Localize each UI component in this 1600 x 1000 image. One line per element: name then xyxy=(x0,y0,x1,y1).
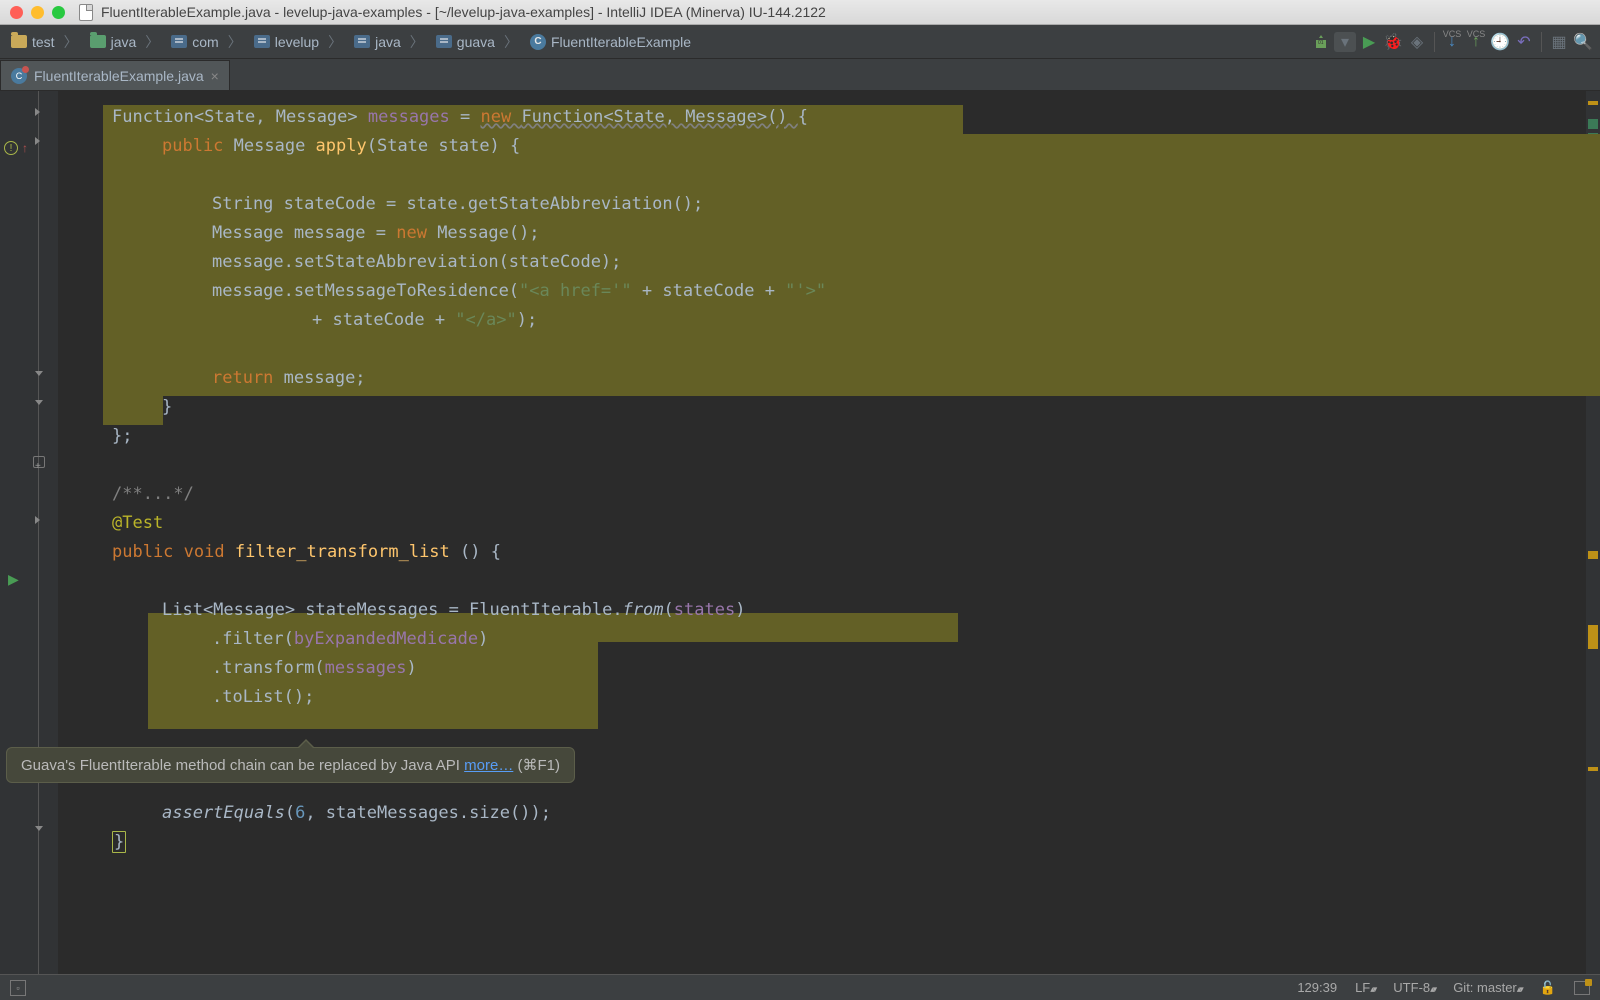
run-button[interactable]: ▶ xyxy=(1358,31,1380,53)
inspection-tooltip: Guava's FluentIterable method chain can … xyxy=(6,747,575,783)
crumb-levelup[interactable]: levelup〉 xyxy=(249,30,347,54)
editor-tabbar: C FluentIterableExample.java × xyxy=(0,59,1600,91)
source-folder-icon xyxy=(90,35,106,48)
class-icon: C xyxy=(530,34,546,50)
fold-toggle[interactable] xyxy=(33,106,45,118)
editor[interactable]: ! ↑ ▶ Function<State, Message> messages … xyxy=(0,91,1600,974)
close-tab-button[interactable]: × xyxy=(211,68,219,84)
tab-label: FluentIterableExample.java xyxy=(34,68,204,84)
git-branch[interactable]: Git: master▴▾ xyxy=(1453,980,1522,995)
readonly-lock-icon[interactable]: 🔓 xyxy=(1540,980,1556,996)
vcs-update-button[interactable]: VCS↓ xyxy=(1441,31,1463,53)
java-class-icon: C xyxy=(11,68,27,84)
structure-button[interactable]: ▦ xyxy=(1548,31,1570,53)
package-icon xyxy=(354,35,370,48)
warning-gutter-icon[interactable]: ! xyxy=(4,141,18,155)
maximize-window-button[interactable] xyxy=(52,6,65,19)
search-everywhere-button[interactable]: 🔍 xyxy=(1572,31,1594,53)
tool-windows-button[interactable]: ▫ xyxy=(10,980,26,996)
file-encoding[interactable]: UTF-8▴▾ xyxy=(1393,980,1435,995)
inspection-more-link[interactable]: more… xyxy=(464,757,513,774)
fold-toggle[interactable] xyxy=(33,514,45,526)
crumb-java-pkg[interactable]: java〉 xyxy=(349,30,429,54)
crumb-class[interactable]: CFluentIterableExample xyxy=(525,32,696,52)
caret-position[interactable]: 129:39 xyxy=(1297,980,1337,995)
run-config-dropdown[interactable]: ▾ xyxy=(1334,31,1356,53)
macos-titlebar: FluentIterableExample.java - levelup-jav… xyxy=(0,0,1600,25)
navigation-bar: test〉 java〉 com〉 levelup〉 java〉 guava〉 C… xyxy=(0,25,1600,59)
code-content[interactable]: Function<State, Message> messages = new … xyxy=(58,91,1600,974)
coverage-button[interactable]: ◈ xyxy=(1406,31,1428,53)
undo-button[interactable]: ↶ xyxy=(1513,31,1535,53)
close-window-button[interactable] xyxy=(10,6,23,19)
status-bar: ▫ 129:39 LF▴▾ UTF-8▴▾ Git: master▴▾ 🔓 xyxy=(0,974,1600,1000)
window-controls[interactable] xyxy=(10,6,65,19)
run-test-gutter-icon[interactable]: ▶ xyxy=(8,571,19,588)
inspections-indicator[interactable] xyxy=(1574,981,1590,995)
package-icon xyxy=(171,35,187,48)
document-icon xyxy=(79,4,93,21)
fold-toggle[interactable] xyxy=(33,135,45,147)
line-separator[interactable]: LF▴▾ xyxy=(1355,980,1375,995)
crumb-test[interactable]: test〉 xyxy=(6,30,83,54)
fold-expand[interactable] xyxy=(33,456,45,468)
package-icon xyxy=(436,35,452,48)
editor-tab[interactable]: C FluentIterableExample.java × xyxy=(0,60,230,90)
folder-icon xyxy=(11,35,27,48)
debug-button[interactable]: 🐞 xyxy=(1382,31,1404,53)
gutter[interactable]: ! ↑ ▶ xyxy=(0,91,58,974)
override-marker-icon[interactable]: ↑ xyxy=(22,141,28,155)
fold-toggle[interactable] xyxy=(33,398,45,410)
vcs-commit-button[interactable]: VCS↑ xyxy=(1465,31,1487,53)
minimize-window-button[interactable] xyxy=(31,6,44,19)
window-title: FluentIterableExample.java - levelup-jav… xyxy=(101,4,826,20)
package-icon xyxy=(254,35,270,48)
crumb-com[interactable]: com〉 xyxy=(166,30,246,54)
compile-button[interactable]: 01 xyxy=(1310,31,1332,53)
crumb-guava[interactable]: guava〉 xyxy=(431,30,523,54)
crumb-java-src[interactable]: java〉 xyxy=(85,30,165,54)
vcs-history-button[interactable]: 🕘 xyxy=(1489,31,1511,53)
svg-text:01: 01 xyxy=(1318,40,1324,46)
fold-toggle[interactable] xyxy=(33,824,45,836)
fold-toggle[interactable] xyxy=(33,369,45,381)
